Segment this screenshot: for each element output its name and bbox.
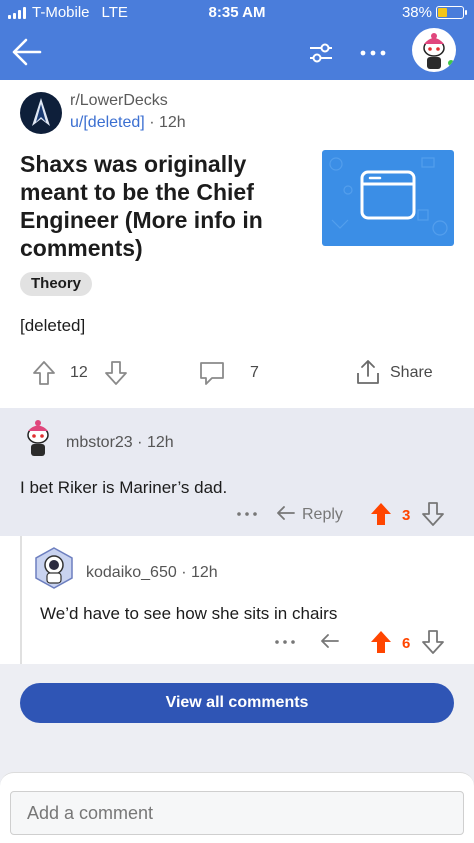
comment-author[interactable]: kodaiko_650 (86, 564, 177, 581)
comment-vote-count: 3 (402, 507, 411, 524)
subreddit-name[interactable]: r/LowerDecks (70, 92, 168, 110)
share-button[interactable]: Share (390, 364, 433, 382)
post-body: [deleted] (20, 316, 86, 335)
browser-window-icon (329, 157, 448, 236)
post-meta: u/[deleted] · 12h (70, 114, 186, 131)
comment-text: We’d have to see how she sits in chairs (40, 604, 338, 623)
app-header: T-Mobile LTE 8:35 AM 38% (0, 0, 474, 80)
snoo-avatar-icon (27, 420, 49, 456)
commenter-avatar[interactable] (18, 418, 58, 458)
subreddit-icon[interactable] (20, 92, 62, 134)
post-actions: 12 7 Share (0, 356, 474, 390)
comment-composer (0, 772, 474, 843)
comment-time: 12h (146, 434, 174, 451)
comment-icon[interactable] (198, 360, 226, 386)
status-bar: T-Mobile LTE 8:35 AM 38% (0, 0, 474, 26)
commenter-avatar[interactable] (32, 546, 76, 590)
comment-vote-count: 6 (402, 635, 411, 652)
battery-icon (436, 6, 467, 19)
post-comment-count[interactable]: 7 (250, 364, 259, 382)
post-vote-count: 12 (70, 364, 88, 381)
online-status-dot (446, 58, 456, 68)
astronaut-avatar-icon (35, 547, 73, 589)
comment: mbstor23 · 12h I bet Riker is Mariner’s … (0, 408, 474, 536)
downvote-icon[interactable] (422, 630, 444, 654)
add-comment-input[interactable] (10, 791, 464, 835)
arrow-left-icon[interactable] (10, 36, 44, 68)
post-flair[interactable]: Theory (20, 272, 93, 296)
upvote-icon[interactable] (370, 502, 392, 526)
sort-filter-icon[interactable] (308, 40, 334, 66)
post-time: 12h (158, 114, 186, 131)
more-horizontal-icon[interactable] (358, 40, 388, 66)
view-all-comments-button[interactable]: View all comments (20, 683, 454, 723)
comment-author[interactable]: mbstor23 (66, 434, 133, 451)
star-trek-delta-icon (21, 93, 61, 133)
share-icon[interactable] (354, 358, 382, 386)
reply-icon[interactable] (276, 504, 296, 522)
comment-time: 12h (190, 564, 218, 581)
upvote-icon[interactable] (32, 360, 56, 386)
user-avatar[interactable] (412, 28, 456, 72)
post-thumbnail[interactable] (322, 150, 454, 246)
comment-reply: kodaiko_650 · 12h We’d have to see how s… (22, 536, 474, 664)
post-author[interactable]: u/[deleted] (70, 114, 145, 131)
downvote-icon[interactable] (104, 360, 128, 386)
reply-button[interactable]: Reply (302, 506, 343, 524)
reply-icon[interactable] (320, 632, 340, 650)
more-horizontal-icon[interactable] (236, 506, 258, 522)
post-title[interactable]: Shaxs was originally meant to be the Chi… (20, 150, 310, 262)
more-horizontal-icon[interactable] (274, 634, 296, 650)
battery-percent: 38% (401, 4, 432, 21)
comment-text: I bet Riker is Mariner’s dad. (20, 478, 228, 497)
upvote-icon[interactable] (370, 630, 392, 654)
downvote-icon[interactable] (422, 502, 444, 526)
